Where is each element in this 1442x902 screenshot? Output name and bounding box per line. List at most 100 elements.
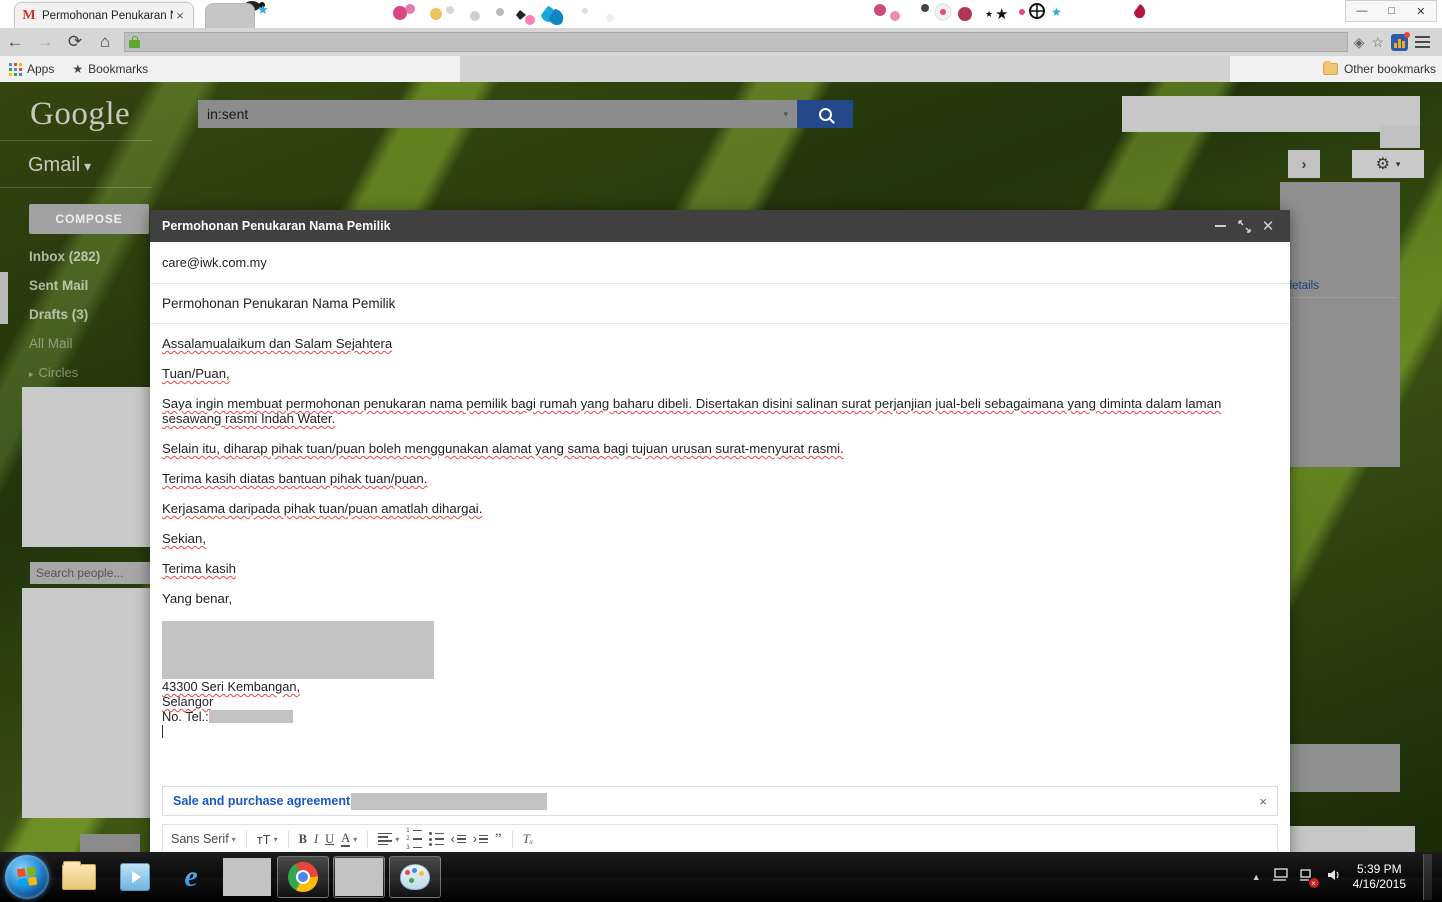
to-field[interactable]: care@iwk.com.my (150, 242, 1290, 284)
signature-name-redacted (162, 621, 434, 679)
search-input[interactable]: in:sent ▾ (198, 100, 797, 128)
gmail-page: Google Gmail ▾ COMPOSE Inbox (282) Sent … (0, 82, 1442, 852)
italic-button[interactable]: I (314, 832, 318, 847)
taskbar-item-paint[interactable] (389, 856, 441, 898)
bulleted-list-button[interactable] (428, 832, 444, 846)
search-button[interactable] (797, 100, 853, 128)
body-paragraph: Sekian, (162, 531, 206, 546)
text-color-button[interactable]: A ▾ (341, 831, 358, 847)
address-bar[interactable] (124, 32, 1348, 52)
taskbar-item-chrome[interactable] (277, 856, 329, 898)
font-size-select[interactable]: ᴛT ▾ (257, 832, 278, 847)
apps-shortcut[interactable]: Apps (0, 56, 63, 82)
decrease-indent-button[interactable]: ‹ (451, 832, 466, 846)
font-family-select[interactable]: Sans Serif ▾ (171, 832, 236, 846)
omnibox-icons: ◈ ☆ (1354, 31, 1442, 51)
settings-button[interactable]: ⚙ ▾ (1352, 150, 1424, 178)
close-icon[interactable]: ✕ (1416, 5, 1425, 18)
taskbar-item-file-explorer[interactable] (53, 856, 105, 898)
sidebar-item-inbox[interactable]: Inbox (282) (29, 242, 159, 271)
people-list-redacted (22, 588, 150, 818)
gear-icon: ⚙ (1375, 156, 1390, 173)
close-icon[interactable]: ✕ (1256, 214, 1280, 238)
sidebar-item-circles[interactable]: ▸ Circles (29, 358, 159, 387)
folder-icon (62, 861, 96, 890)
home-icon[interactable]: ⌂ (90, 28, 120, 56)
gmail-product-menu[interactable]: Gmail ▾ (28, 154, 91, 177)
windows-taskbar: e ▲ × 5:39 PM 4/16/2015 (0, 852, 1442, 902)
network-monitor-icon[interactable] (1272, 868, 1288, 886)
redacted-thumbnail (223, 858, 271, 896)
network-error-icon[interactable]: × (1299, 868, 1319, 888)
taskbar-item-redacted-2[interactable] (333, 856, 385, 898)
taskbar-item-redacted-1[interactable] (221, 856, 273, 898)
details-link[interactable]: details (1286, 280, 1319, 292)
sidebar-item-sent-mail[interactable]: Sent Mail (29, 271, 159, 300)
sidebar-item-all-mail[interactable]: All Mail (29, 329, 159, 358)
close-icon[interactable]: × (173, 8, 187, 23)
bookmark-star-icon[interactable]: ☆ (1371, 34, 1384, 51)
body-paragraph: Terima kasih (162, 561, 237, 576)
numbered-list-button[interactable]: 123 (406, 828, 422, 851)
subject-field-value: Permohonan Penukaran Nama Pemilik (162, 296, 396, 311)
chevron-right-icon: ▸ (29, 369, 34, 379)
minimize-icon[interactable]: — (1357, 5, 1368, 17)
message-panel-redacted (1280, 182, 1400, 467)
compose-button[interactable]: COMPOSE (29, 204, 149, 234)
bookmarks-bar-redacted (460, 56, 1230, 82)
chevron-down-icon: ▾ (1395, 158, 1401, 169)
taskbar-item-media-player[interactable] (109, 856, 161, 898)
forward-icon[interactable]: → (30, 28, 60, 56)
signature-city: 43300 Seri Kembangan, (162, 679, 301, 694)
bold-button[interactable]: B (299, 832, 307, 847)
sidebar-edge-handle[interactable] (0, 272, 8, 324)
clock-date: 4/16/2015 (1352, 877, 1406, 891)
sidebar-item-drafts[interactable]: Drafts (3) (29, 300, 159, 329)
browser-tab[interactable]: M Permohonan Penukaran N × (14, 2, 194, 28)
chrome-theme-star: ★ (255, 0, 275, 28)
message-body[interactable]: Assalamualaikum dan Salam Sejahtera Tuan… (150, 324, 1290, 786)
hamburger-menu-icon[interactable] (1415, 35, 1430, 49)
next-page-button[interactable]: › (1288, 150, 1320, 178)
clock-time: 5:39 PM (1356, 862, 1402, 876)
underline-button[interactable]: U (325, 832, 334, 847)
attachment-chip[interactable]: Sale and purchase agreement × (162, 786, 1278, 816)
align-button[interactable]: ▾ (378, 832, 399, 846)
quote-button[interactable]: ” (495, 832, 502, 847)
subject-field[interactable]: Permohonan Penukaran Nama Pemilik (150, 284, 1290, 324)
show-hidden-icons-icon[interactable]: ▲ (1252, 872, 1261, 882)
maximize-icon[interactable]: □ (1389, 5, 1396, 17)
window-controls: — □ ✕ (1345, 0, 1437, 22)
body-paragraph: Tuan/Puan, (162, 366, 230, 381)
other-bookmarks[interactable]: Other bookmarks (1322, 56, 1442, 82)
account-area-redacted (1122, 96, 1420, 132)
analytics-extension-icon[interactable] (1391, 31, 1410, 51)
to-field-value: care@iwk.com.my (162, 255, 267, 270)
increase-indent-button[interactable]: › (473, 832, 488, 846)
signature-state: Selangor (162, 694, 214, 709)
bookmarks-label: Bookmarks (88, 62, 149, 76)
compose-header[interactable]: Permohonan Penukaran Nama Pemilik ✕ (150, 210, 1290, 242)
popout-icon[interactable] (1232, 214, 1256, 238)
chevron-down-icon: ▾ (353, 834, 358, 844)
chevron-down-icon[interactable]: ▾ (783, 109, 788, 120)
bookmarks-folder[interactable]: ★ Bookmarks (63, 56, 157, 82)
remove-attachment-icon[interactable]: × (1259, 794, 1267, 809)
reader-mode-icon[interactable]: ◈ (1354, 34, 1365, 51)
back-icon[interactable]: ← (0, 28, 30, 56)
remove-formatting-button[interactable]: Tₓ (523, 831, 534, 847)
numbered-list-icon: 123 (406, 828, 422, 851)
svg-text:★: ★ (995, 6, 1008, 23)
browser-tab-redacted[interactable] (205, 3, 255, 28)
minimize-icon[interactable] (1208, 214, 1232, 238)
reload-icon[interactable]: ⟳ (60, 28, 90, 56)
body-paragraph: Selain itu, diharap pihak tuan/puan bole… (162, 441, 844, 456)
search-people-input[interactable]: Search people... (30, 562, 150, 584)
star-icon: ★ (72, 62, 84, 76)
show-desktop-button[interactable] (1423, 854, 1432, 900)
volume-icon[interactable] (1326, 868, 1342, 886)
attachment-size-redacted (351, 792, 548, 810)
windows-start-orb[interactable] (5, 855, 49, 899)
taskbar-item-internet-explorer[interactable]: e (165, 856, 217, 898)
taskbar-clock[interactable]: 5:39 PM 4/16/2015 (1353, 862, 1406, 892)
